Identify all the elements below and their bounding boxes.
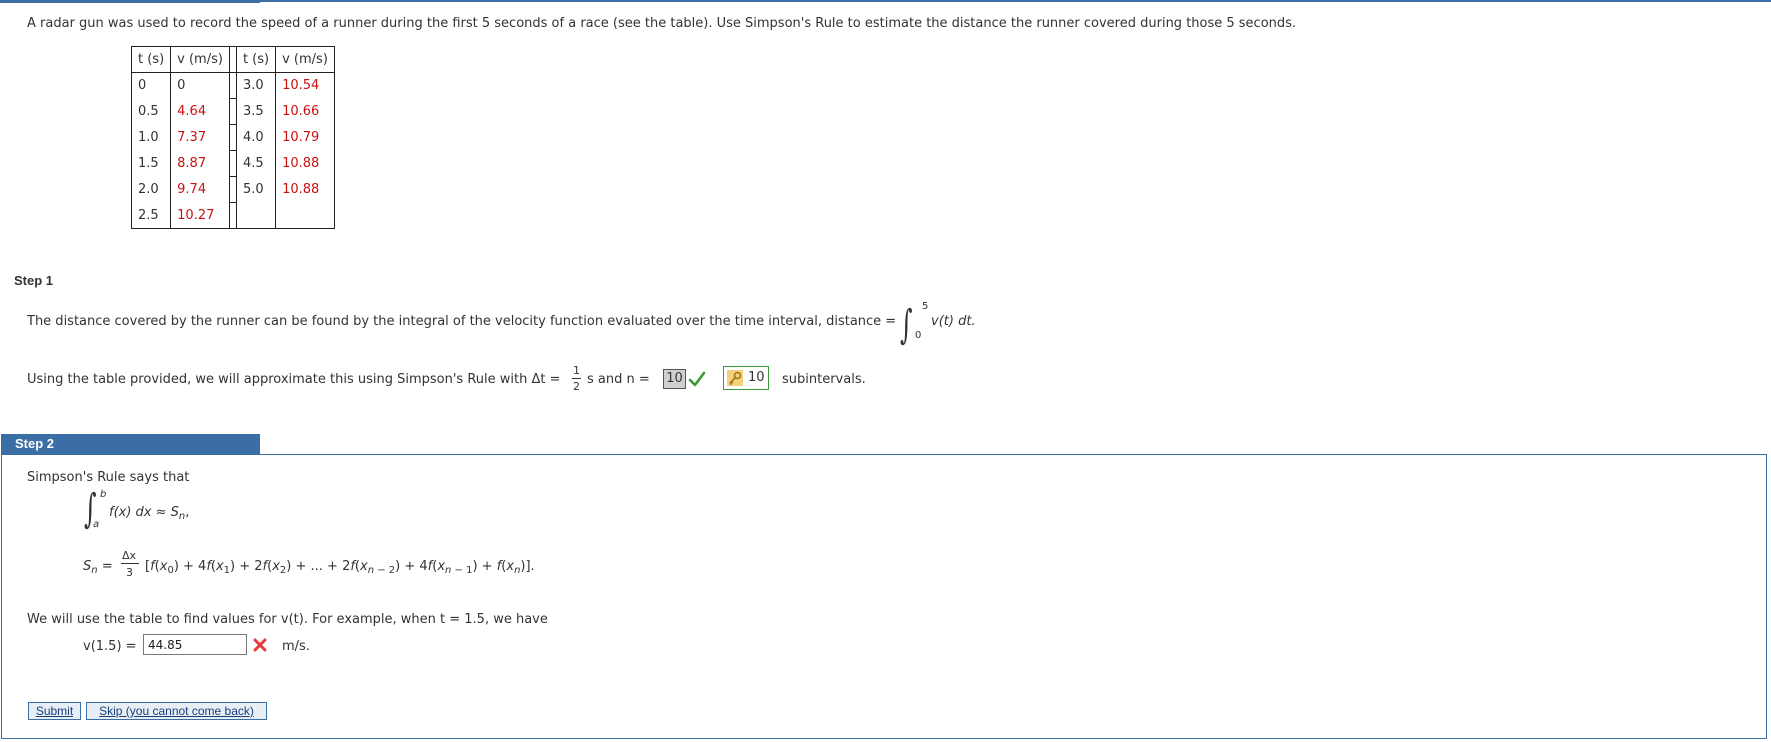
t-cell: 4.5 xyxy=(235,150,277,177)
v-cell: 10.88 xyxy=(275,176,335,203)
v-cell: 10.66 xyxy=(275,98,335,125)
v-cell: 10.79 xyxy=(275,124,335,151)
v-1-5-input[interactable] xyxy=(143,634,247,655)
simpson-setup-text: Using the table provided, we will approx… xyxy=(27,372,561,387)
v-cell: 10.27 xyxy=(170,202,230,229)
table-header-row: t (s) v (m/s) t (s) v (m/s) xyxy=(130,46,335,73)
table-gap xyxy=(228,98,237,125)
table-row: 1.0 7.37 4.0 10.79 xyxy=(130,124,335,151)
v-cell: 9.74 xyxy=(170,176,230,203)
distance-statement: The distance covered by the runner can b… xyxy=(27,314,897,329)
v-cell: 10.54 xyxy=(275,72,335,99)
top-divider xyxy=(0,0,1771,2)
integral-sign: ∫ xyxy=(900,302,913,348)
simpson-setup-mid: s and n = xyxy=(587,372,650,387)
simpson-integral-expression: f(x) dx ≈ Sn, xyxy=(109,505,189,522)
v-cell: 4.64 xyxy=(170,98,230,125)
correct-n-value: 10 xyxy=(748,370,765,385)
correct-answer-key[interactable]: 10 xyxy=(723,366,769,390)
t-cell: 5.0 xyxy=(235,176,277,203)
integral-body: v(t) dt. xyxy=(931,314,976,329)
integral-upper-limit: b xyxy=(100,489,107,500)
empty-cell xyxy=(235,202,277,229)
integral-expression-text: f(x) dx ≈ S xyxy=(109,505,179,520)
speed-table: t (s) v (m/s) t (s) v (m/s) 0 0 3.0 10.5… xyxy=(130,46,335,229)
table-gap xyxy=(228,176,237,203)
t-cell: 3.0 xyxy=(235,72,277,99)
t-cell: 1.0 xyxy=(130,124,172,151)
delta-t-denominator: 2 xyxy=(573,380,580,393)
sn-equals: = xyxy=(97,559,113,574)
key-icon xyxy=(727,370,743,386)
table-gap xyxy=(228,202,237,229)
fraction-bar xyxy=(121,563,139,564)
header-t-left: t (s) xyxy=(130,46,172,73)
x-icon xyxy=(253,638,267,652)
delta-t-numerator: 1 xyxy=(573,364,580,377)
integral-comma: , xyxy=(185,505,190,520)
t-cell: 1.5 xyxy=(130,150,172,177)
header-t-right: t (s) xyxy=(235,46,277,73)
v-cell: 0 xyxy=(170,72,230,99)
header-v-right: v (m/s) xyxy=(275,46,335,73)
empty-cell xyxy=(275,202,335,229)
step1-label: Step 1 xyxy=(14,273,54,288)
fraction-bar xyxy=(572,378,581,379)
dx-numerator: Δx xyxy=(122,549,137,562)
sn-label: Sn = xyxy=(83,559,113,576)
table-row: 2.5 10.27 xyxy=(130,202,335,229)
integral-lower-limit: a xyxy=(93,519,100,530)
table-gap xyxy=(228,72,237,99)
simpson-rule-intro: Simpson's Rule says that xyxy=(27,470,190,485)
step2-panel xyxy=(1,454,1767,739)
simpson-formula-terms: [f(x0) + 4f(x1) + 2f(x2) + ... + 2f(xn −… xyxy=(145,559,535,576)
table-row: 0 0 3.0 10.54 xyxy=(130,72,335,99)
integral-upper-limit: 5 xyxy=(922,301,929,312)
v-cell: 7.37 xyxy=(170,124,230,151)
t-cell: 4.0 xyxy=(235,124,277,151)
n-answer-box: 10 xyxy=(663,369,686,389)
table-example-text: We will use the table to find values for… xyxy=(27,612,548,627)
v-cell: 10.88 xyxy=(275,150,335,177)
check-icon xyxy=(688,371,706,387)
skip-button[interactable]: Skip (you cannot come back) xyxy=(86,702,267,720)
integral-lower-limit: 0 xyxy=(915,330,922,341)
t-cell: 2.0 xyxy=(130,176,172,203)
table-gap xyxy=(228,124,237,151)
table-row: 1.5 8.87 4.5 10.88 xyxy=(130,150,335,177)
t-cell: 0 xyxy=(130,72,172,99)
submit-button[interactable]: Submit xyxy=(28,702,81,720)
table-gap xyxy=(228,150,237,177)
v-cell: 8.87 xyxy=(170,150,230,177)
step2-tab: Step 2 xyxy=(1,434,260,454)
problem-text: A radar gun was used to record the speed… xyxy=(27,16,1297,31)
table-row: 2.0 9.74 5.0 10.88 xyxy=(130,176,335,203)
t-cell: 3.5 xyxy=(235,98,277,125)
table-gap xyxy=(228,46,237,73)
t-cell: 0.5 xyxy=(130,98,172,125)
top-tab-marker xyxy=(0,0,260,3)
v-1-5-label: v(1.5) = xyxy=(83,639,137,654)
units-label: m/s. xyxy=(282,639,310,654)
subintervals-text: subintervals. xyxy=(782,372,866,387)
header-v-left: v (m/s) xyxy=(170,46,230,73)
table-row: 0.5 4.64 3.5 10.66 xyxy=(130,98,335,125)
dx-denominator: 3 xyxy=(126,566,133,579)
t-cell: 2.5 xyxy=(130,202,172,229)
